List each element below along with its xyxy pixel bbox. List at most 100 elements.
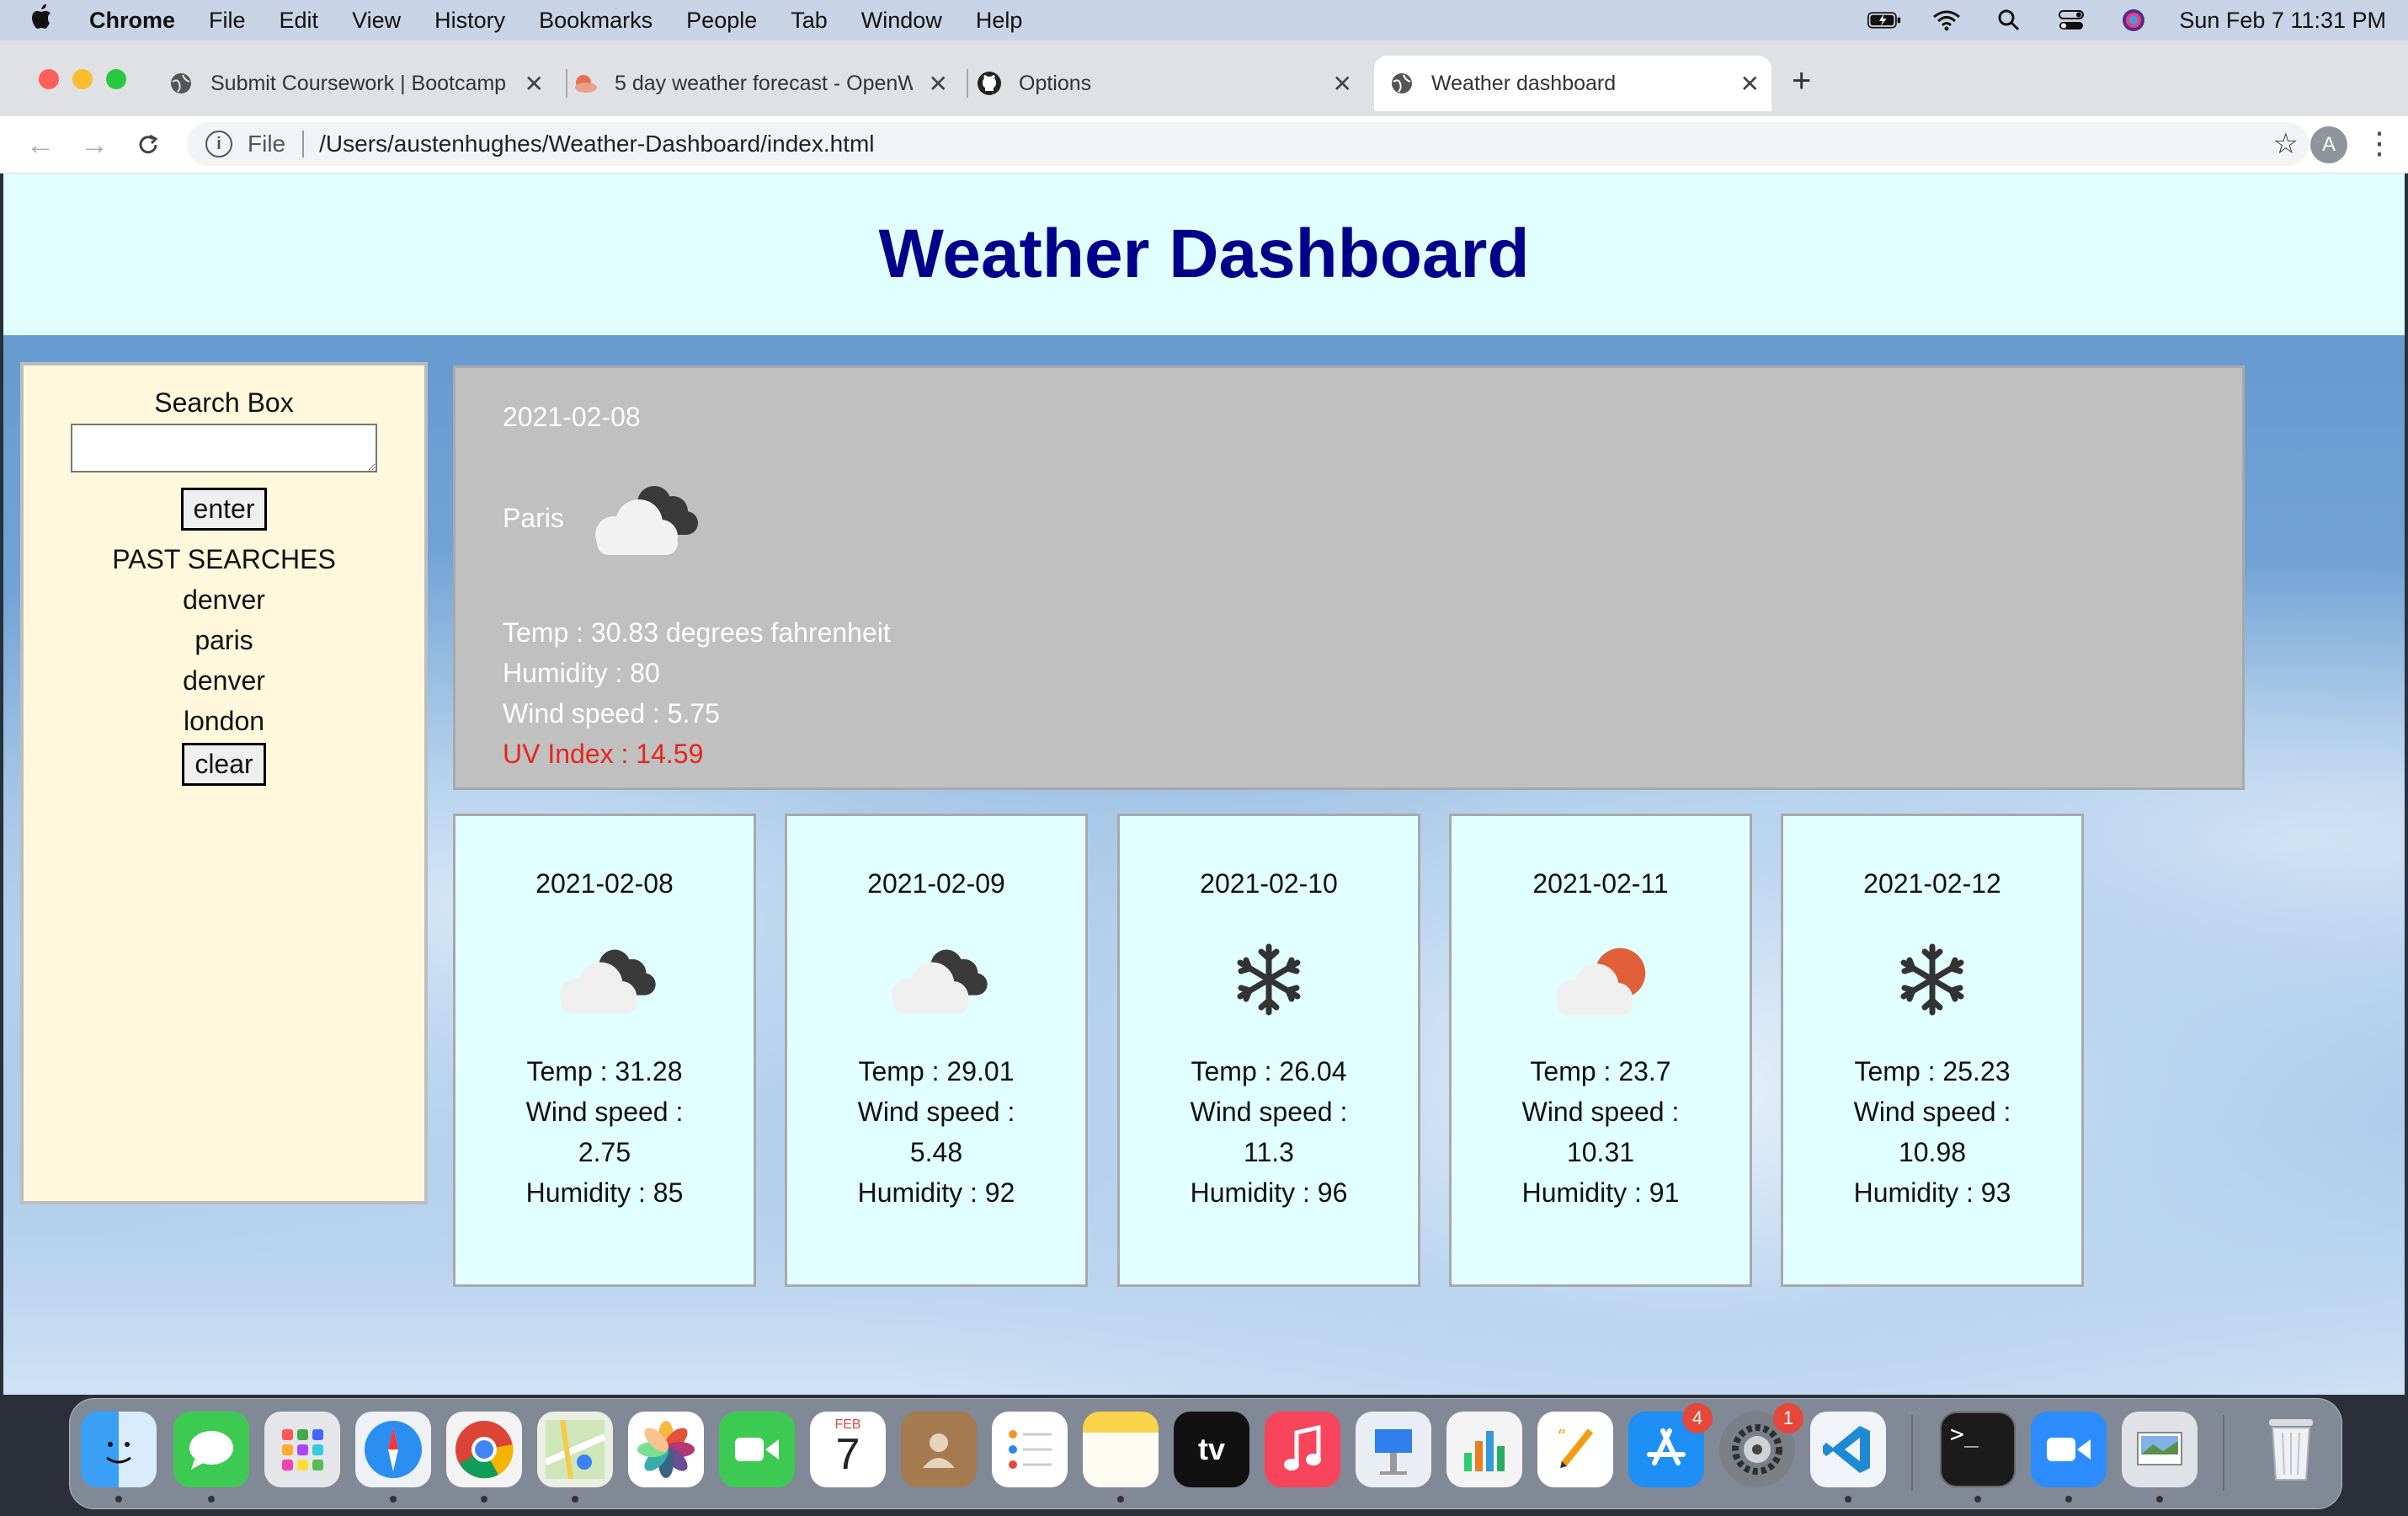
- system-preferences-icon[interactable]: 1: [1719, 1403, 1803, 1487]
- running-indicator: [390, 1496, 397, 1503]
- new-tab-button[interactable]: +: [1792, 62, 1811, 100]
- forecast-wind: 10.31: [1566, 1137, 1635, 1167]
- address-bar[interactable]: i File /Users/austenhughes/Weather-Dashb…: [187, 122, 2309, 166]
- forecast-wind: 2.75: [578, 1137, 631, 1167]
- menu-tab[interactable]: Tab: [791, 8, 828, 34]
- tab-title: Options: [1019, 71, 1092, 95]
- running-indicator: [1117, 1496, 1124, 1503]
- zoom-window-button[interactable]: [106, 69, 126, 89]
- contacts-icon[interactable]: [901, 1412, 977, 1487]
- globe-icon: [1389, 71, 1414, 96]
- tab-weather-forecast[interactable]: 5 day weather forecast - OpenW ✕: [573, 56, 960, 111]
- past-search-item[interactable]: denver: [24, 579, 424, 620]
- app-store-icon[interactable]: 4: [1628, 1403, 1713, 1487]
- forward-arrow-icon[interactable]: →: [76, 126, 113, 163]
- github-icon: [977, 71, 1002, 96]
- launchpad-icon[interactable]: [264, 1412, 340, 1487]
- past-search-item[interactable]: denver: [24, 660, 424, 701]
- clear-button[interactable]: clear: [182, 743, 266, 786]
- keynote-icon[interactable]: [1356, 1412, 1431, 1487]
- reminders-icon[interactable]: [992, 1412, 1068, 1487]
- bookmark-star-icon[interactable]: ☆: [2273, 127, 2299, 161]
- more-menu-icon[interactable]: ⋮: [2364, 123, 2395, 163]
- messages-icon[interactable]: [173, 1412, 249, 1487]
- menu-help[interactable]: Help: [976, 8, 1023, 34]
- app-store-badge: 4: [1682, 1403, 1713, 1433]
- menu-people[interactable]: People: [686, 8, 757, 34]
- current-city: Paris: [503, 503, 564, 533]
- siri-icon[interactable]: [2117, 9, 2150, 31]
- running-indicator: [572, 1496, 578, 1503]
- reload-icon[interactable]: [130, 126, 167, 163]
- tab-separator: [967, 69, 968, 98]
- close-tab-icon[interactable]: ✕: [1740, 70, 1760, 98]
- dock-separator: [2223, 1415, 2224, 1491]
- menu-window[interactable]: Window: [861, 8, 942, 34]
- terminal-icon[interactable]: >_: [1940, 1412, 2016, 1487]
- calendar-day: 7: [835, 1430, 860, 1479]
- sun-cloud-icon: [1452, 916, 1750, 1043]
- minimize-window-button[interactable]: [72, 69, 93, 89]
- running-indicator: [2156, 1496, 2163, 1503]
- search-input[interactable]: [71, 424, 377, 472]
- past-search-item[interactable]: london: [24, 701, 424, 741]
- forecast-wind-label: Wind speed :: [1853, 1097, 2011, 1127]
- info-icon[interactable]: i: [205, 131, 232, 157]
- dark-cloud-icon: [787, 916, 1085, 1043]
- menu-view[interactable]: View: [352, 8, 401, 34]
- spotlight-search-icon[interactable]: [1992, 9, 2026, 31]
- chrome-icon[interactable]: [446, 1412, 522, 1487]
- dock-separator: [1911, 1415, 1913, 1491]
- facetime-icon[interactable]: [719, 1412, 795, 1487]
- close-tab-icon[interactable]: ✕: [525, 70, 544, 98]
- close-tab-icon[interactable]: ✕: [1333, 70, 1352, 98]
- close-tab-icon[interactable]: ✕: [929, 70, 948, 98]
- finder-icon[interactable]: [81, 1412, 157, 1487]
- current-wind: Wind speed : 5.75: [503, 698, 720, 729]
- current-weather-panel: 2021-02-08 Paris Temp : 30.83 degrees fa…: [453, 366, 2245, 790]
- openweather-icon: [573, 71, 598, 96]
- current-humidity: Humidity : 80: [503, 658, 660, 688]
- current-temp: Temp : 30.83 degrees fahrenheit: [503, 617, 891, 648]
- trash-icon[interactable]: [2253, 1412, 2329, 1487]
- enter-button[interactable]: enter: [180, 488, 268, 531]
- menu-app-name[interactable]: Chrome: [89, 8, 175, 34]
- preview-icon[interactable]: [2122, 1412, 2198, 1487]
- menu-clock[interactable]: Sun Feb 7 11:31 PM: [2179, 8, 2386, 34]
- wifi-icon[interactable]: [1930, 9, 1963, 31]
- menu-file[interactable]: File: [209, 8, 246, 34]
- apple-icon[interactable]: [30, 4, 51, 36]
- forecast-wind-label: Wind speed :: [1190, 1097, 1348, 1127]
- calendar-icon[interactable]: FEB 7: [810, 1412, 886, 1487]
- search-sidebar: Search Box enter PAST SEARCHES denver pa…: [20, 362, 428, 1204]
- apple-tv-icon[interactable]: tv: [1174, 1412, 1249, 1487]
- tab-options[interactable]: Options ✕: [977, 56, 1364, 111]
- menu-edit[interactable]: Edit: [280, 8, 319, 34]
- tab-submit-coursework[interactable]: Submit Coursework | Bootcamp ✕: [168, 56, 556, 111]
- address-url[interactable]: /Users/austenhughes/Weather-Dashboard/in…: [319, 131, 874, 157]
- tab-weather-dashboard[interactable]: Weather dashboard ✕: [1374, 56, 1771, 111]
- current-date: 2021-02-08: [503, 402, 641, 432]
- notes-icon[interactable]: [1083, 1412, 1159, 1487]
- back-arrow-icon[interactable]: ←: [22, 126, 59, 163]
- battery-icon[interactable]: [1867, 9, 1901, 31]
- svg-text:“: “: [1557, 1427, 1566, 1448]
- control-center-icon[interactable]: [2054, 9, 2088, 31]
- vscode-icon[interactable]: [1810, 1412, 1886, 1487]
- maps-icon[interactable]: [537, 1412, 613, 1487]
- numbers-icon[interactable]: [1446, 1412, 1522, 1487]
- menu-bookmarks[interactable]: Bookmarks: [539, 8, 653, 34]
- close-window-button[interactable]: [39, 69, 59, 89]
- safari-icon[interactable]: [355, 1412, 431, 1487]
- forecast-humidity: Humidity : 92: [857, 1177, 1015, 1208]
- current-uv-index: UV Index : 14.59: [503, 739, 704, 769]
- past-search-item[interactable]: paris: [24, 620, 424, 660]
- zoom-icon[interactable]: [2031, 1412, 2107, 1487]
- photos-icon[interactable]: [628, 1412, 704, 1487]
- music-icon[interactable]: [1265, 1412, 1340, 1487]
- profile-avatar[interactable]: A: [2310, 126, 2347, 163]
- pages-icon[interactable]: “: [1537, 1412, 1613, 1487]
- forecast-temp: Temp : 23.7: [1530, 1056, 1671, 1086]
- running-indicator: [208, 1496, 215, 1503]
- menu-history[interactable]: History: [434, 8, 505, 34]
